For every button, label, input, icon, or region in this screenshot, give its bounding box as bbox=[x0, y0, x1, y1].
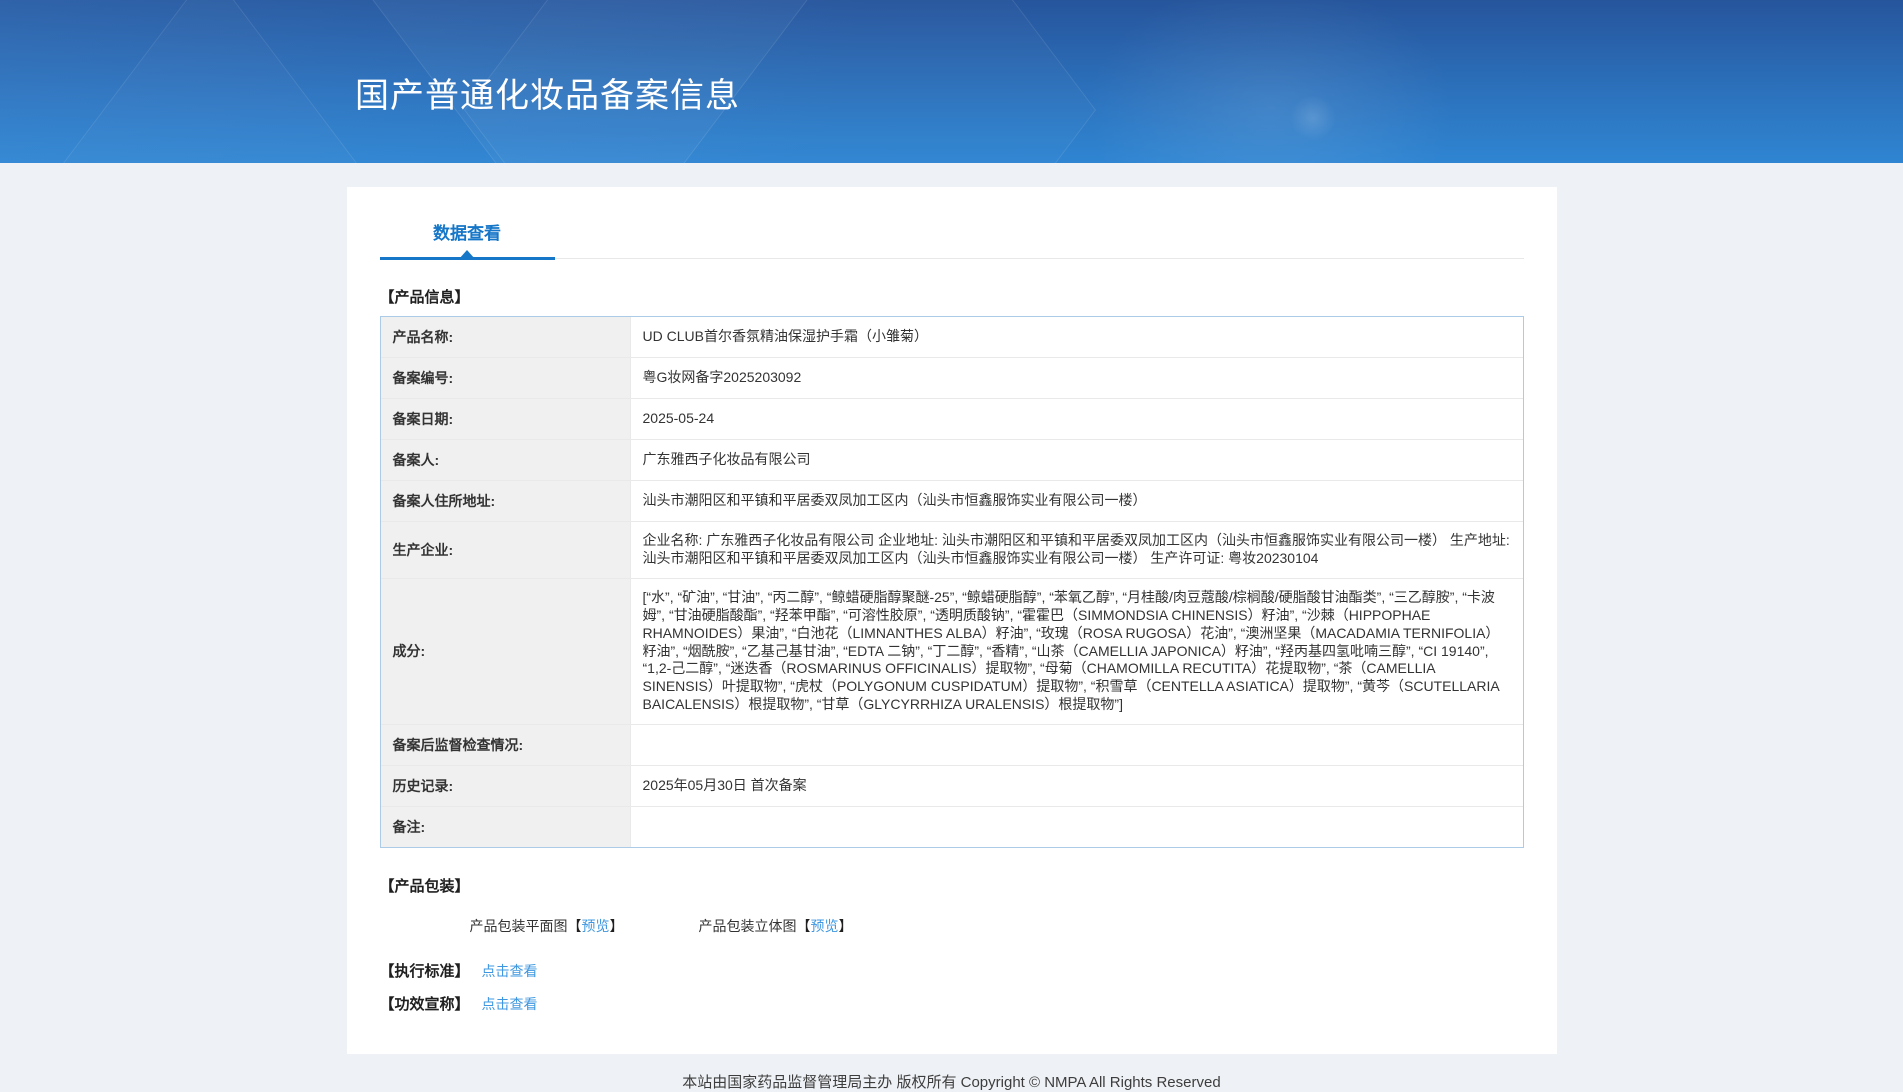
packaging-previews: 产品包装平面图 【 预览 】 产品包装立体图 【 预览 】 bbox=[470, 916, 1524, 936]
bracket-open: 【 bbox=[796, 918, 811, 935]
packaging-stereo-item: 产品包装立体图 【 预览 】 bbox=[699, 916, 853, 936]
page-header: 国产普通化妆品备案信息 bbox=[0, 0, 1903, 163]
header-dot-decoration bbox=[1290, 95, 1336, 141]
row-label: 备案日期: bbox=[380, 399, 631, 439]
section-heading-execution-standard: 【执行标准】 bbox=[379, 963, 470, 981]
bracket-open: 【 bbox=[567, 918, 582, 935]
header-glow-decoration bbox=[1060, 0, 1480, 163]
execution-standard-view-link[interactable]: 点击查看 bbox=[482, 961, 538, 981]
table-row: 备案人: 广东雅西子化妆品有限公司 bbox=[380, 439, 1523, 480]
row-value: 2025年05月30日 首次备案 bbox=[642, 777, 807, 794]
row-label: 备案后监督检查情况: bbox=[380, 725, 631, 766]
efficacy-claim-view-link[interactable]: 点击查看 bbox=[482, 994, 538, 1014]
execution-standard-line: 【执行标准】 点击查看 bbox=[380, 960, 1524, 981]
table-row: 备案人住所地址: 汕头市潮阳区和平镇和平居委双凤加工区内（汕头市恒鑫服饰实业有限… bbox=[380, 480, 1523, 521]
tab-data-view-label: 数据查看 bbox=[433, 224, 501, 243]
table-row: 备注: bbox=[380, 806, 1523, 848]
row-label: 备案编号: bbox=[380, 358, 631, 398]
packaging-flat-item: 产品包装平面图 【 预览 】 bbox=[470, 916, 624, 936]
row-value bbox=[631, 725, 1523, 765]
packaging-flat-preview-link[interactable]: 预览 bbox=[582, 916, 610, 936]
table-row: 备案编号: 粤G妆网备字2025203092 bbox=[380, 357, 1523, 398]
tab-bar: 数据查看 bbox=[379, 187, 1524, 260]
page-title: 国产普通化妆品备案信息 bbox=[355, 77, 740, 115]
table-row: 产品名称: UD CLUB首尔香氛精油保湿护手霜（小雏菊） bbox=[380, 317, 1523, 357]
footer-copyright: 本站由国家药品监督管理局主办 版权所有 Copyright © NMPA All… bbox=[682, 1074, 1221, 1092]
section-heading-product-packaging: 【产品包装】 bbox=[379, 878, 470, 896]
row-value: 广东雅西子化妆品有限公司 bbox=[642, 451, 811, 468]
packaging-stereo-preview-link[interactable]: 预览 bbox=[811, 916, 839, 936]
table-row: 备案日期: 2025-05-24 bbox=[380, 398, 1523, 439]
table-row: 历史记录: 2025年05月30日 首次备案 bbox=[380, 765, 1523, 807]
row-label: 成分: bbox=[380, 578, 631, 725]
table-row: 成分: [“水”, “矿油”, “甘油”, “丙二醇”, “鲸蜡硬脂醇聚醚-25… bbox=[380, 577, 1523, 725]
row-value: [“水”, “矿油”, “甘油”, “丙二醇”, “鲸蜡硬脂醇聚醚-25”, “… bbox=[642, 588, 1500, 713]
row-value: 企业名称: 广东雅西子化妆品有限公司 企业地址: 汕头市潮阳区和平镇和平居委双凤… bbox=[642, 532, 1510, 566]
packaging-flat-label: 产品包装平面图 bbox=[469, 918, 568, 935]
row-label: 历史记录: bbox=[380, 766, 631, 807]
table-row: 备案后监督检查情况: bbox=[380, 724, 1523, 766]
table-row: 生产企业: 企业名称: 广东雅西子化妆品有限公司 企业地址: 汕头市潮阳区和平镇… bbox=[380, 521, 1523, 578]
section-heading-efficacy-claim: 【功效宣称】 bbox=[379, 996, 470, 1014]
content-card: 数据查看 【产品信息】 产品名称: UD CLUB首尔香氛精油保湿护手霜（小雏菊… bbox=[346, 187, 1557, 1055]
bracket-close: 】 bbox=[838, 918, 853, 935]
section-heading-product-info: 【产品信息】 bbox=[379, 289, 470, 306]
row-value: 2025-05-24 bbox=[642, 410, 715, 427]
header-cube-decoration bbox=[27, 0, 393, 163]
row-value: 汕头市潮阳区和平镇和平居委双凤加工区内（汕头市恒鑫服饰实业有限公司一楼） bbox=[642, 492, 1147, 509]
row-label: 生产企业: bbox=[380, 522, 631, 578]
row-label: 产品名称: bbox=[380, 317, 631, 357]
row-value: 粤G妆网备字2025203092 bbox=[642, 369, 802, 386]
bracket-close: 】 bbox=[609, 918, 624, 935]
row-value bbox=[631, 807, 1523, 847]
row-label: 备案人: bbox=[380, 440, 631, 480]
tab-data-view[interactable]: 数据查看 bbox=[379, 208, 555, 260]
product-info-table: 产品名称: UD CLUB首尔香氛精油保湿护手霜（小雏菊） 备案编号: 粤G妆网… bbox=[379, 316, 1524, 849]
efficacy-claim-line: 【功效宣称】 点击查看 bbox=[380, 993, 1524, 1014]
tab-active-indicator-icon bbox=[459, 250, 475, 259]
row-label: 备注: bbox=[380, 807, 631, 848]
row-label: 备案人住所地址: bbox=[380, 481, 631, 521]
packaging-stereo-label: 产品包装立体图 bbox=[698, 918, 797, 935]
row-value: UD CLUB首尔香氛精油保湿护手霜（小雏菊） bbox=[642, 328, 928, 345]
